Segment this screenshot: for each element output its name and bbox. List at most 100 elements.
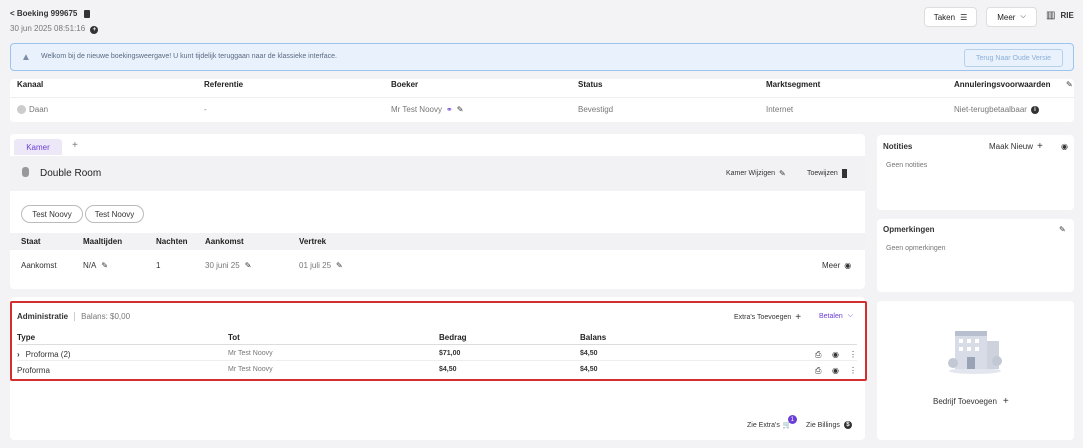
cart-icon: 🛒 1	[783, 415, 797, 429]
hotel-icon: ▥	[1046, 10, 1056, 21]
user-avatar-icon	[17, 105, 26, 114]
header-nights: Nachten	[156, 237, 188, 246]
row-balance: $4,50	[580, 350, 598, 357]
administration-balance: Balans: $0,00	[81, 312, 131, 321]
room-card: Kamer + Double Room Kamer Wijzigen ✎ Toew…	[10, 134, 865, 289]
header-type: Type	[17, 333, 36, 342]
header-cancellation: Annuleringsvoorwaarden	[954, 79, 1051, 89]
info-banner: ▲ Welkom bij de nieuwe boekingsweergave!…	[10, 43, 1074, 71]
link-icon[interactable]: ⚭	[446, 105, 453, 114]
more-room-button[interactable]: Meer ◉	[822, 261, 851, 270]
reference-value: -	[204, 105, 207, 114]
booker-value: Mr Test Noovy ⚭ ✎	[391, 105, 464, 114]
add-room-tab-button[interactable]: +	[72, 140, 78, 151]
administration-card: Administratie Balans: $0,00 Extra's Toev…	[10, 297, 867, 440]
plus-icon: +	[795, 312, 802, 323]
cancellation-value: Niet-terugbetaalbaar i	[954, 105, 1039, 114]
nights-value: 1	[156, 261, 161, 270]
print-icon[interactable]: ⎙	[815, 350, 821, 360]
chevron-down-icon: ⌵	[1020, 13, 1026, 20]
header-segment: Marktsegment	[766, 79, 821, 89]
administration-title: Administratie	[17, 312, 69, 321]
state-value: Aankomst	[21, 261, 57, 270]
notes-empty: Geen notities	[886, 162, 928, 169]
proforma-type: › Proforma (2)	[17, 350, 71, 359]
segment-value: Internet	[766, 105, 794, 114]
row-balance: $4,50	[580, 366, 598, 373]
row-amount: $71,00	[439, 350, 461, 357]
company-illustration-icon	[947, 327, 1003, 375]
company-card: Bedrijf Toevoegen +	[877, 301, 1074, 440]
back-to-old-version-button[interactable]: Terug Naar Oude Versie	[964, 49, 1063, 67]
billing-icon: $	[843, 421, 852, 429]
booking-datetime: 30 jun 2025 08:51:16 +	[10, 24, 99, 34]
new-note-button[interactable]: Maak Nieuw +	[989, 141, 1043, 152]
header-arrival: Aankomst	[205, 237, 244, 246]
room-table-header: Staat Maaltijden Nachten Aankomst Vertre…	[10, 233, 865, 250]
departure-value: 01 juli 25 ✎	[299, 261, 343, 270]
edit-booker-icon[interactable]: ✎	[457, 105, 464, 114]
row-type: Proforma	[17, 366, 50, 375]
header-to: Tot	[228, 333, 240, 342]
see-extras-button[interactable]: Zie Extra's 🛒 1	[747, 415, 797, 429]
header-channel: Kanaal	[17, 79, 44, 89]
banner-text: Welkom bij de nieuwe boekingsweergave! U…	[41, 53, 337, 60]
row-amount: $4,50	[439, 366, 457, 373]
more-button[interactable]: Meer ⌵	[986, 7, 1037, 27]
edit-departure-icon[interactable]: ✎	[336, 261, 343, 270]
warning-icon: ▲	[21, 52, 31, 63]
row-to: Mr Test Noovy	[228, 366, 273, 373]
eye-icon[interactable]: ◉	[832, 366, 839, 375]
eye-icon: ◉	[844, 261, 852, 270]
notes-card: Notities Maak Nieuw + ◉ Geen notities	[877, 135, 1074, 210]
eye-icon[interactable]: ◉	[832, 350, 839, 359]
header-status: Status	[578, 79, 603, 89]
chevron-right-icon[interactable]: ›	[17, 350, 20, 359]
guest-chip[interactable]: Test Noovy	[85, 205, 144, 223]
guest-chip[interactable]: Test Noovy	[21, 205, 83, 223]
edit-remarks-icon[interactable]: ✎	[1059, 225, 1066, 234]
remarks-title: Opmerkingen	[883, 225, 935, 234]
edit-arrival-icon[interactable]: ✎	[245, 261, 252, 270]
info-icon[interactable]: i	[1030, 105, 1039, 114]
more-vertical-icon[interactable]: ⋮	[849, 350, 857, 359]
room-header: Double Room Kamer Wijzigen ✎ Toewijzen	[10, 156, 865, 191]
meals-value: N/A ✎	[83, 261, 109, 270]
more-vertical-icon[interactable]: ⋮	[849, 366, 857, 375]
header-meals: Maaltijden	[83, 237, 123, 246]
chevron-down-icon: ⌵	[847, 312, 854, 319]
list-icon: ☰	[960, 12, 968, 22]
user-menu[interactable]: ▥ RIE	[1046, 10, 1074, 21]
tasks-button[interactable]: Taken ☰	[924, 7, 977, 27]
add-company-button[interactable]: Bedrijf Toevoegen +	[933, 396, 1009, 407]
room-name: Double Room	[40, 168, 102, 179]
header-balance: Balans	[580, 333, 607, 342]
pencil-icon: ✎	[779, 169, 786, 178]
copy-icon[interactable]	[83, 9, 90, 18]
row-to: Mr Test Noovy	[228, 350, 273, 357]
booking-link[interactable]: < Boeking 999675	[10, 9, 90, 18]
door-icon	[841, 169, 847, 178]
remarks-card: Opmerkingen ✎ Geen opmerkingen	[877, 219, 1074, 292]
eye-icon[interactable]: ◉	[1061, 142, 1068, 151]
pay-button[interactable]: Betalen ⌵	[819, 312, 853, 320]
header-departure: Vertrek	[299, 237, 327, 246]
channel-value: Daan	[17, 105, 48, 114]
administration-title-row: Administratie Balans: $0,00	[17, 312, 130, 321]
add-extras-button[interactable]: Extra's Toevoegen +	[734, 312, 801, 323]
plus-icon: +	[1037, 141, 1043, 152]
add-circle-icon[interactable]: +	[90, 26, 99, 34]
remarks-empty: Geen opmerkingen	[886, 245, 946, 252]
tab-room[interactable]: Kamer	[14, 139, 62, 155]
change-room-button[interactable]: Kamer Wijzigen ✎	[726, 169, 786, 178]
header-booker: Boeker	[391, 79, 419, 89]
status-value: Bevestigd	[578, 105, 614, 114]
header-state: Staat	[21, 237, 41, 246]
edit-meals-icon[interactable]: ✎	[101, 261, 108, 270]
edit-cancellation-icon[interactable]: ✎	[1066, 80, 1073, 89]
assign-button[interactable]: Toewijzen	[807, 169, 847, 178]
see-billings-button[interactable]: Zie Billings $	[806, 421, 852, 429]
arrival-value: 30 juni 25 ✎	[205, 261, 252, 270]
header-amount: Bedrag	[439, 333, 467, 342]
print-icon[interactable]: ⎙	[815, 366, 821, 376]
